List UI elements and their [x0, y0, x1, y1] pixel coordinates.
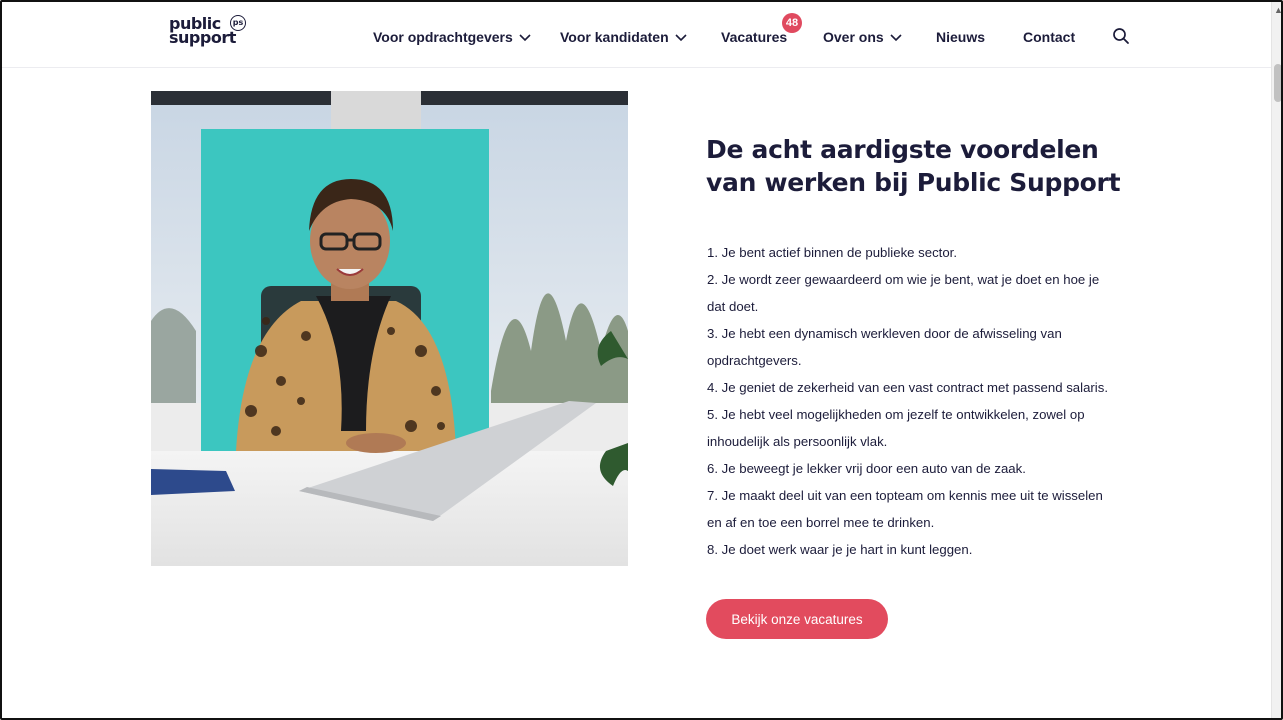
title-line1: De acht aardigste voordelen — [706, 135, 1099, 164]
nav-item-over-ons[interactable]: Over ons — [823, 29, 903, 45]
employee-photo — [151, 91, 628, 566]
benefits-list: 1. Je bent actief binnen de publieke sec… — [707, 239, 1112, 563]
page-scrollbar[interactable]: ▲ — [1271, 2, 1281, 718]
list-item: 2. Je wordt zeer gewaardeerd om wie je b… — [707, 272, 1100, 314]
nav-item-vacatures[interactable]: Vacatures — [721, 29, 787, 45]
employee-photo-illustration — [151, 91, 628, 566]
search-icon[interactable] — [1112, 27, 1130, 45]
view-vacancies-button[interactable]: Bekijk onze vacatures — [706, 599, 888, 639]
scroll-up-arrow-icon[interactable]: ▲ — [1274, 6, 1281, 15]
nav-item-voor-opdrachtgevers[interactable]: Voor opdrachtgevers — [373, 29, 532, 45]
nav-item-label: Over ons — [823, 29, 884, 45]
nav-item-nieuws[interactable]: Nieuws — [936, 29, 985, 45]
chevron-down-icon — [519, 34, 531, 42]
list-item: 5. Je hebt veel mogelijkheden om jezelf … — [707, 407, 1085, 449]
nav-item-voor-kandidaten[interactable]: Voor kandidaten — [560, 29, 688, 45]
nav-item-label: Nieuws — [936, 29, 986, 45]
browser-viewport: public ps support Voor opdrachtgevers Vo… — [0, 0, 1283, 720]
list-item: 6. Je beweegt je lekker vrij door een au… — [707, 461, 1026, 476]
list-item: 3. Je hebt een dynamisch werkleven door … — [707, 326, 1062, 368]
list-item: 1. Je bent actief binnen de publieke sec… — [707, 245, 958, 260]
nav-item-label: Vacatures — [721, 29, 788, 45]
chevron-down-icon — [890, 34, 902, 42]
list-item: 4. Je geniet de zekerheid van een vast c… — [707, 380, 1108, 395]
nav-item-contact[interactable]: Contact — [1023, 29, 1075, 45]
site-header: public ps support Voor opdrachtgevers Vo… — [2, 2, 1271, 68]
list-item: 8. Je doet werk waar je je hart in kunt … — [707, 542, 973, 557]
public-support-logo[interactable]: public ps support — [169, 15, 259, 52]
page-title: De acht aardigste voordelen van werken b… — [706, 133, 1136, 199]
list-item: 7. Je maakt deel uit van een topteam om … — [707, 488, 1103, 530]
chevron-down-icon — [675, 34, 687, 42]
scrollbar-thumb[interactable] — [1274, 64, 1281, 102]
title-line2: van werken bij Public Support — [706, 168, 1121, 197]
logo-text-line2: support — [169, 28, 236, 47]
nav-item-label: Voor opdrachtgevers — [373, 29, 513, 45]
vacatures-count-badge: 48 — [782, 13, 802, 33]
nav-item-label: Voor kandidaten — [560, 29, 669, 45]
nav-item-label: Contact — [1023, 29, 1076, 45]
